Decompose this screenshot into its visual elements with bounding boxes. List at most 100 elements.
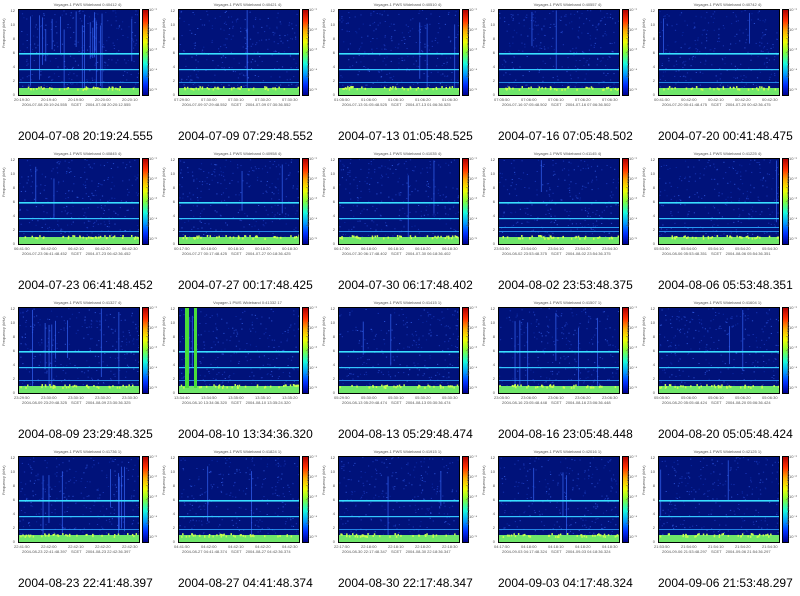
- color-bar-tick: 10⁻²: [469, 176, 477, 181]
- spectrogram-thumbnail[interactable]: Voyager-1 PWS Wideband 0:41604 1) Frequen…: [640, 298, 800, 420]
- y-tick-label: 8: [492, 334, 495, 339]
- y-tick-label: 10: [650, 469, 655, 474]
- scet-label: SCET: [390, 549, 402, 554]
- color-bar-tick: 10⁻²: [309, 27, 317, 32]
- plot-title: Voyager-1 PWS Wideband 0:41507 1): [533, 300, 602, 305]
- scet-end: 2004-07-13 01:06:36.525: [405, 102, 451, 107]
- scet-end: 2004-08-13 05:30:36.474: [405, 400, 451, 405]
- spectrogram-thumbnail[interactable]: Voyager-1 PWS Wideband 0:41915 1) Frequen…: [320, 447, 480, 569]
- y-tick-label: 4: [332, 511, 335, 516]
- y-tick-label: 8: [172, 334, 175, 339]
- y-tick-label: 8: [652, 483, 655, 488]
- y-tick-label: 6: [492, 199, 495, 204]
- scet-start: 2004-07-16 07:05:48.502: [502, 102, 547, 107]
- color-bar-tick: 10⁻¹: [629, 305, 637, 310]
- y-axis-label: Frequency (kHz): [641, 465, 646, 495]
- color-bar-tick: 10⁻³: [789, 345, 797, 350]
- scet-label: SCET: [550, 251, 562, 256]
- thumbnail-cell: Voyager-1 PWS Wideband 0:41332 17 Frequen…: [160, 298, 320, 447]
- spectrogram-thumbnail[interactable]: Voyager-1 PWS Wideband 0:41225 4) Frequen…: [640, 149, 800, 271]
- spectrogram-thumbnail[interactable]: Voyager-1 PWS Wideband 0:41332 17 Frequen…: [160, 298, 320, 420]
- spectrogram-plot: [18, 307, 140, 394]
- scet-label: SCET: [390, 251, 402, 256]
- thumbnail-cell: Voyager-1 PWS Wideband 0:40421 4) Frequen…: [160, 0, 320, 149]
- y-tick-label: 8: [332, 334, 335, 339]
- scet-label: SCET: [230, 400, 242, 405]
- spectrogram-thumbnail[interactable]: Voyager-1 PWS Wideband 0:41415 1) Frequen…: [320, 298, 480, 420]
- y-tick-label: 12: [650, 8, 655, 13]
- thumbnail-cell: Voyager-1 PWS Wideband 0:41915 1) Frequen…: [320, 447, 480, 596]
- y-tick-label: 2: [12, 78, 15, 83]
- color-bar-tick: 10⁻¹: [309, 7, 317, 12]
- color-bar-tick: 10⁻¹: [789, 156, 797, 161]
- spectrogram-thumbnail[interactable]: Voyager-1 PWS Wideband 0:41736 1) Frequen…: [0, 447, 160, 569]
- spectrogram-thumbnail[interactable]: Voyager-1 PWS Wideband 0:40742 4) Frequen…: [640, 0, 800, 122]
- y-tick-label: 6: [12, 199, 15, 204]
- y-axis-label: Frequency (kHz): [321, 18, 326, 48]
- spectrogram-thumbnail[interactable]: Voyager-1 PWS Wideband 0:40421 4) Frequen…: [160, 0, 320, 122]
- spectrogram-thumbnail[interactable]: Voyager-1 PWS Wideband 0:41327 4) Frequen…: [0, 298, 160, 420]
- y-axis-label: Frequency (kHz): [641, 18, 646, 48]
- color-bar-tick: 10⁻²: [629, 474, 637, 479]
- scet-range: 2004-08-06 05:53:48.351 SCET 2004-08-06 05…: [662, 251, 771, 256]
- spectrogram-plot: [338, 307, 460, 394]
- color-bar-tick: 10⁻⁵: [789, 236, 798, 241]
- spectrogram-thumbnail[interactable]: Voyager-1 PWS Wideband 0:40557 4) Frequen…: [480, 0, 640, 122]
- color-bar-tick: 10⁻⁴: [789, 365, 798, 370]
- spectrogram-thumbnail[interactable]: Voyager-1 PWS Wideband 0:40958 4) Frequen…: [160, 149, 320, 271]
- y-tick-label: 6: [652, 348, 655, 353]
- color-bar-tick: 10⁻⁵: [149, 236, 158, 241]
- color-bar-tick: 10⁻³: [469, 345, 477, 350]
- spectrogram-thumbnail[interactable]: Voyager-1 PWS Wideband 0:41507 1) Frequen…: [480, 298, 640, 420]
- color-bar-tick: 10⁻⁴: [469, 514, 478, 519]
- y-tick-label: 10: [10, 171, 15, 176]
- scet-range: 2004-08-02 23:53:48.375 SCET 2004-08-02 23…: [502, 251, 611, 256]
- spectrogram-thumbnail[interactable]: Voyager-1 PWS Wideband 0:42125 1) Frequen…: [640, 447, 800, 569]
- scet-start: 2004-09-06 21:53:48.297: [662, 549, 707, 554]
- spectrogram-plot: [498, 9, 620, 96]
- color-bar-tick: 10⁻³: [629, 345, 637, 350]
- plot-title: Voyager-1 PWS Wideband 0:41736 1): [53, 449, 122, 454]
- y-axis-label: Frequency (kHz): [321, 316, 326, 346]
- spectrogram-thumbnail[interactable]: Voyager-1 PWS Wideband 0:41145 4) Frequen…: [480, 149, 640, 271]
- color-bar-tick: 10⁻⁵: [629, 236, 638, 241]
- y-tick-label: 2: [172, 227, 175, 232]
- scet-start: 2004-07-23 06:41:48.452: [22, 251, 67, 256]
- y-tick-label: 4: [332, 64, 335, 69]
- scet-range: 2004-07-08 20:19:24.555 SCET 2004-07-08 20…: [22, 102, 131, 107]
- y-axis-label: Frequency (kHz): [1, 465, 6, 495]
- spectrogram-thumbnail[interactable]: Voyager-1 PWS Wideband 0:40510 4) Frequen…: [320, 0, 480, 122]
- y-axis-label: Frequency (kHz): [481, 316, 486, 346]
- scet-start: 2004-08-09 23:29:48.325: [22, 400, 67, 405]
- spectrogram-thumbnail[interactable]: Voyager-1 PWS Wideband 0:41824 1) Frequen…: [160, 447, 320, 569]
- y-tick-label: 4: [172, 64, 175, 69]
- y-tick-label: 2: [652, 376, 655, 381]
- scet-start: 2004-08-13 05:29:48.474: [342, 400, 387, 405]
- spectrogram-thumbnail[interactable]: Voyager-1 PWS Wideband 0:40845 4) Frequen…: [0, 149, 160, 271]
- spectrogram-plot: [18, 9, 140, 96]
- spectrogram-thumbnail[interactable]: Voyager-1 PWS Wideband 0:40412 4) Frequen…: [0, 0, 160, 122]
- y-tick-label: 6: [492, 348, 495, 353]
- color-bar-tick: 10⁻²: [149, 474, 157, 479]
- thumbnail-caption: 2004-07-27 00:17:48.425: [178, 278, 313, 292]
- color-bar-tick: 10⁻¹: [629, 454, 637, 459]
- y-tick-label: 10: [650, 320, 655, 325]
- color-bar-tick: 10⁻³: [309, 47, 317, 52]
- color-bar-tick: 10⁻⁵: [469, 534, 478, 539]
- spectrogram-thumbnail[interactable]: Voyager-1 PWS Wideband 0:41035 4) Frequen…: [320, 149, 480, 271]
- y-tick-label: 12: [490, 455, 495, 460]
- thumbnail-caption: 2004-08-16 23:05:48.448: [498, 427, 633, 441]
- y-tick-label: 8: [652, 36, 655, 41]
- plot-title: Voyager-1 PWS Wideband 0:40421 4): [213, 2, 282, 7]
- y-axis-label: Frequency (kHz): [1, 18, 6, 48]
- y-tick-label: 10: [170, 171, 175, 176]
- scet-label: SCET: [710, 400, 722, 405]
- color-bar-tick: 10⁻¹: [469, 305, 477, 310]
- color-bar-tick: 10⁻⁵: [309, 385, 318, 390]
- color-bar-tick: 10⁻²: [789, 474, 797, 479]
- y-tick-label: 4: [12, 511, 15, 516]
- y-tick-label: 8: [12, 185, 15, 190]
- y-tick-label: 4: [652, 213, 655, 218]
- spectrogram-plot: [338, 9, 460, 96]
- spectrogram-thumbnail[interactable]: Voyager-1 PWS Wideband 0:42016 1) Frequen…: [480, 447, 640, 569]
